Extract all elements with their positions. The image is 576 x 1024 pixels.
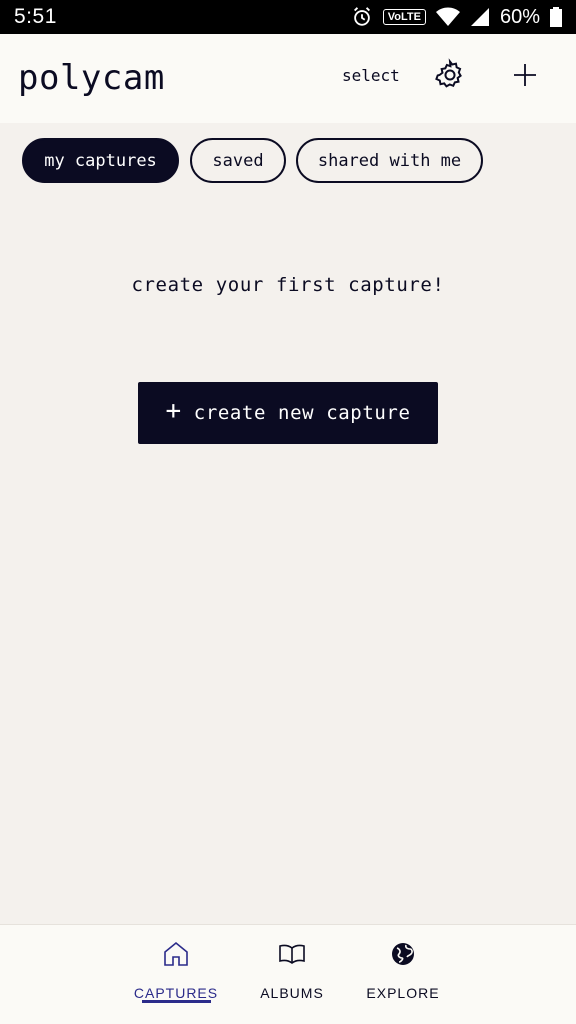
battery-icon (550, 7, 562, 27)
home-icon (161, 925, 191, 973)
nav-label-albums: ALBUMS (260, 985, 324, 1001)
signal-icon (470, 7, 490, 27)
status-bar: 5:51 VoLTE 60% (0, 0, 576, 34)
create-button-label: create new capture (193, 402, 411, 424)
nav-item-explore[interactable]: EXPLORE (348, 925, 458, 1024)
create-new-capture-button[interactable]: + create new capture (138, 382, 438, 444)
gear-icon[interactable] (433, 58, 467, 92)
nav-label-captures: CAPTURES (133, 985, 219, 1001)
nav-item-albums[interactable]: ALBUMS (237, 925, 347, 1024)
plus-icon: + (165, 396, 182, 426)
plus-icon[interactable] (508, 58, 542, 92)
globe-icon (388, 925, 418, 973)
tab-my-captures[interactable]: my captures (22, 138, 179, 183)
app-header: polycam select (0, 34, 576, 123)
empty-state-message: create your first capture! (131, 274, 445, 296)
volte-badge: VoLTE (382, 9, 426, 25)
book-icon (277, 925, 307, 973)
tab-shared-with-me[interactable]: shared with me (296, 138, 483, 183)
select-button[interactable]: select (342, 66, 400, 85)
wifi-icon (435, 7, 460, 27)
active-tab-indicator (142, 1000, 211, 1003)
nav-label-explore: EXPLORE (366, 985, 440, 1001)
tab-saved[interactable]: saved (190, 138, 286, 183)
battery-percent: 60% (499, 5, 540, 28)
nav-item-captures[interactable]: CAPTURES (121, 925, 231, 1024)
status-icons: VoLTE 60% (351, 6, 562, 29)
alarm-icon (351, 6, 373, 28)
app-title: polycam (18, 58, 165, 98)
bottom-nav: CAPTURES ALBUMS EXPLORE (0, 924, 576, 1024)
status-time: 5:51 (14, 5, 57, 28)
